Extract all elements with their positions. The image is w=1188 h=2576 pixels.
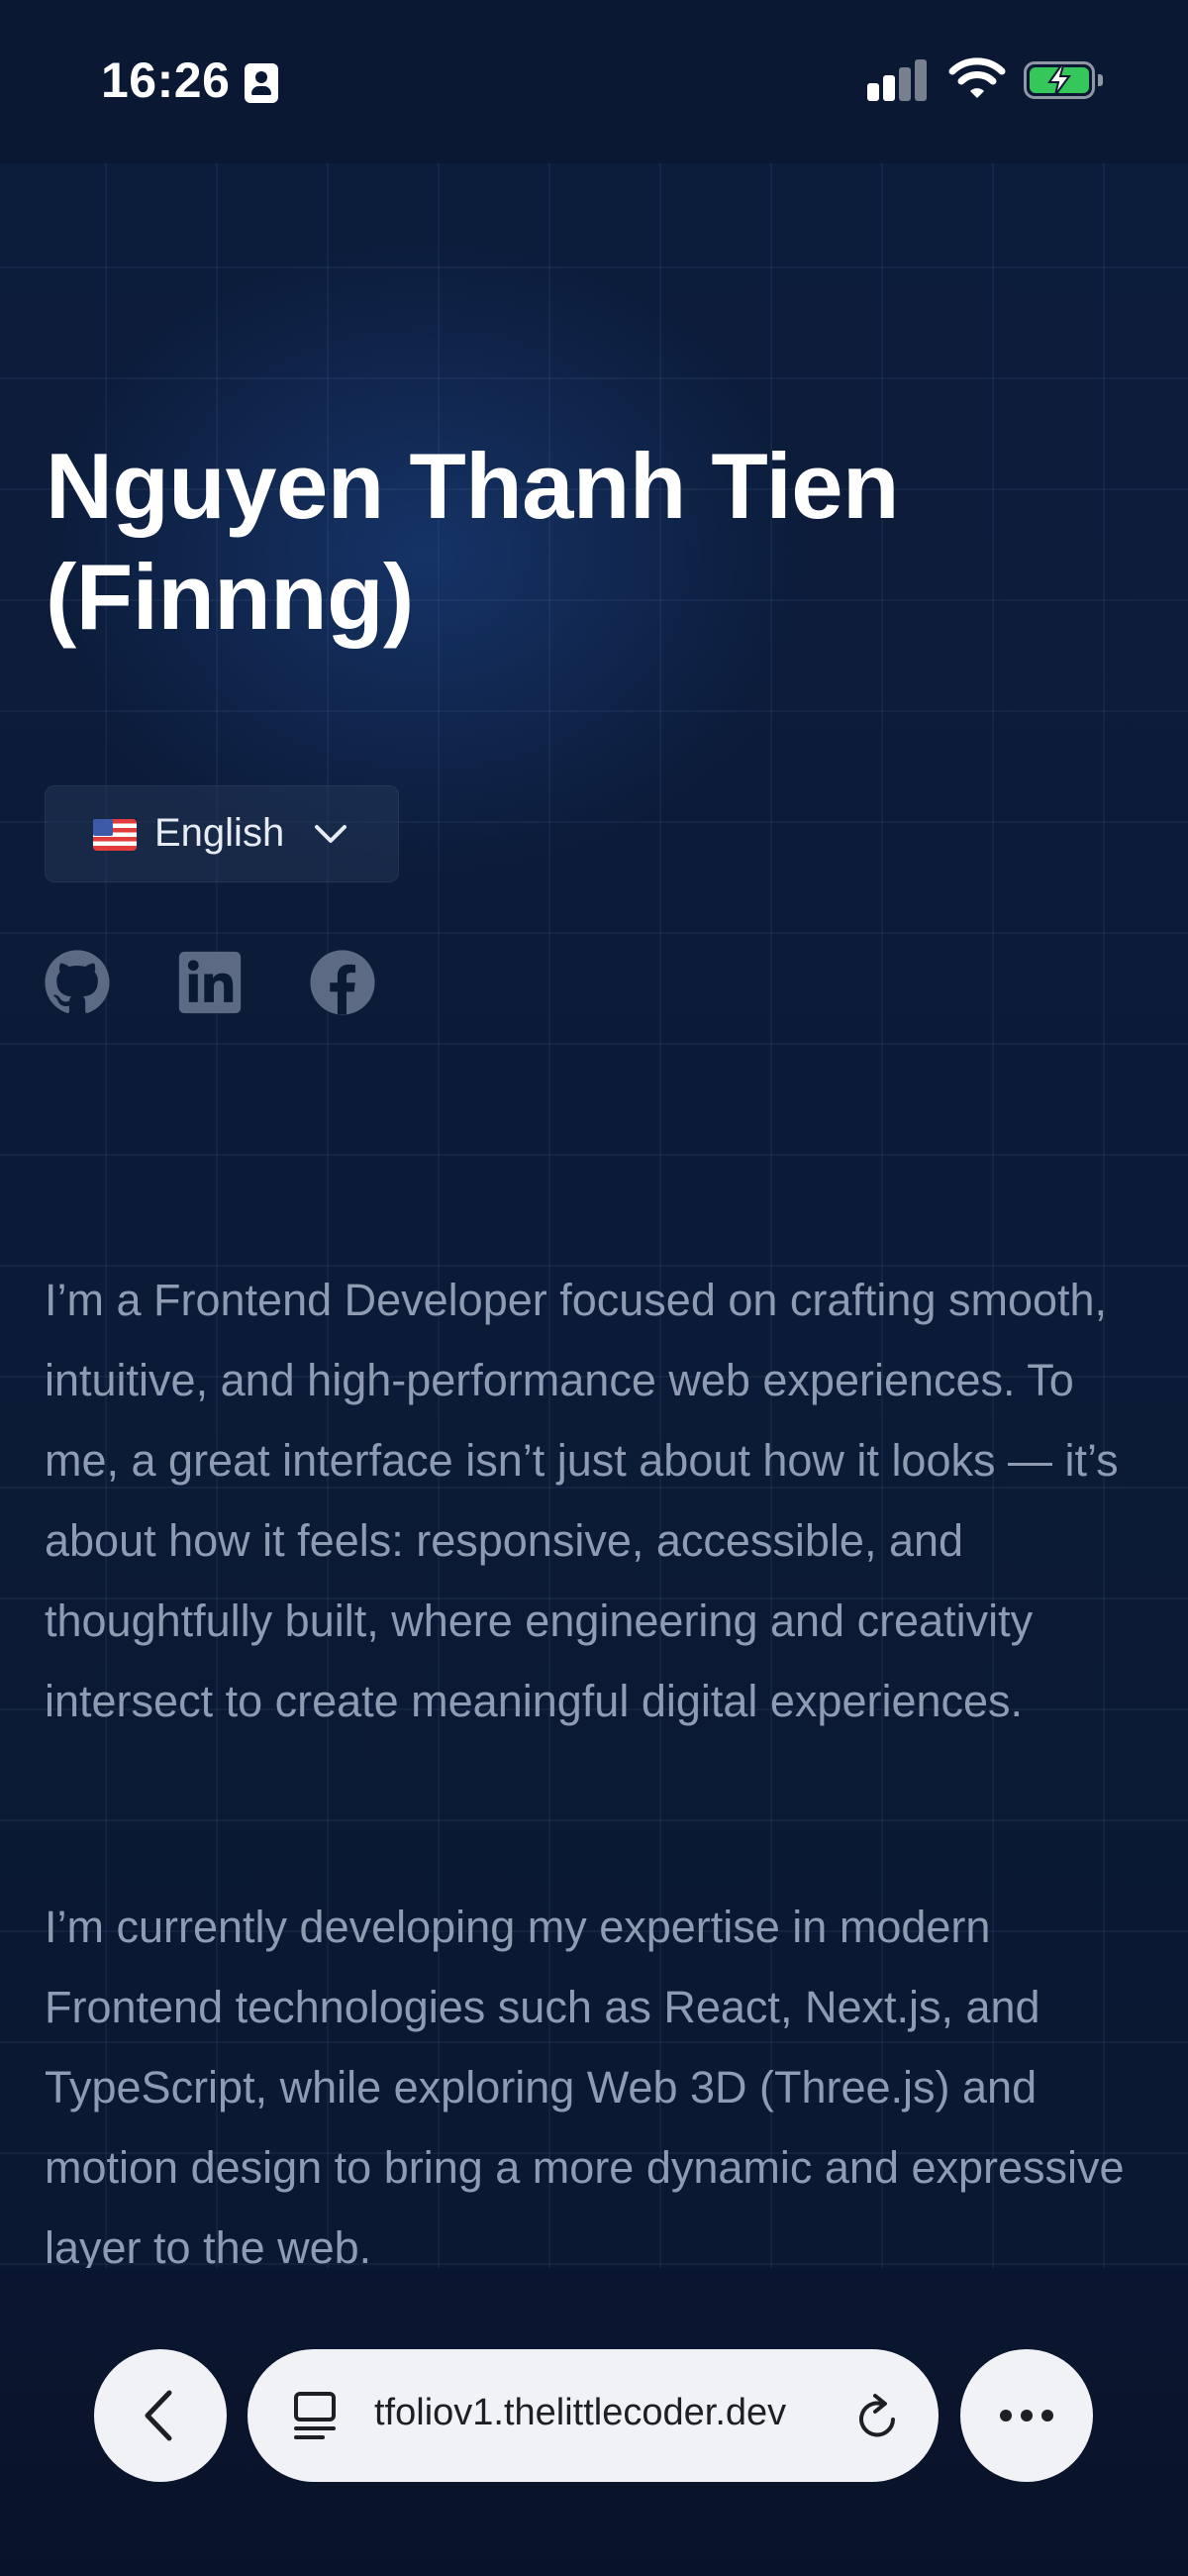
reload-icon[interactable] <box>853 2392 901 2441</box>
facebook-link[interactable] <box>309 949 376 1016</box>
wifi-icon <box>948 57 1006 98</box>
status-bar: 16:26 <box>0 0 1188 163</box>
linkedin-icon <box>178 951 242 1014</box>
page-menu-icon <box>294 2392 336 2439</box>
chevron-left-icon <box>145 2390 172 2441</box>
facebook-icon <box>310 950 375 1015</box>
status-time: 16:26 <box>101 52 231 108</box>
about-paragraph-2: I’m currently developing my expertise in… <box>45 1902 1125 2273</box>
more-options-button[interactable] <box>960 2349 1093 2482</box>
language-label: English <box>154 811 285 855</box>
address-bar[interactable]: tfoliov1.thelittlecoder.dev <box>248 2349 939 2482</box>
us-flag-icon <box>93 819 137 851</box>
contact-card-icon <box>245 63 278 103</box>
battery-icon <box>1024 61 1103 99</box>
more-dot-icon <box>1021 2410 1033 2421</box>
more-dot-icon <box>1041 2410 1053 2421</box>
about-paragraph-1: I’m a Frontend Developer focused on craf… <box>45 1275 1119 1726</box>
url-text: tfoliov1.thelittlecoder.dev <box>374 2392 787 2433</box>
cellular-signal-icon <box>867 59 927 101</box>
linkedin-link[interactable] <box>176 949 244 1016</box>
github-link[interactable] <box>44 949 111 1016</box>
more-dot-icon <box>1000 2410 1012 2421</box>
page-title: Nguyen Thanh Tien (Finnng) <box>46 434 899 649</box>
chevron-down-icon <box>315 825 346 843</box>
github-icon <box>45 950 110 1013</box>
back-button[interactable] <box>94 2349 227 2482</box>
language-selector[interactable]: English <box>45 785 399 882</box>
